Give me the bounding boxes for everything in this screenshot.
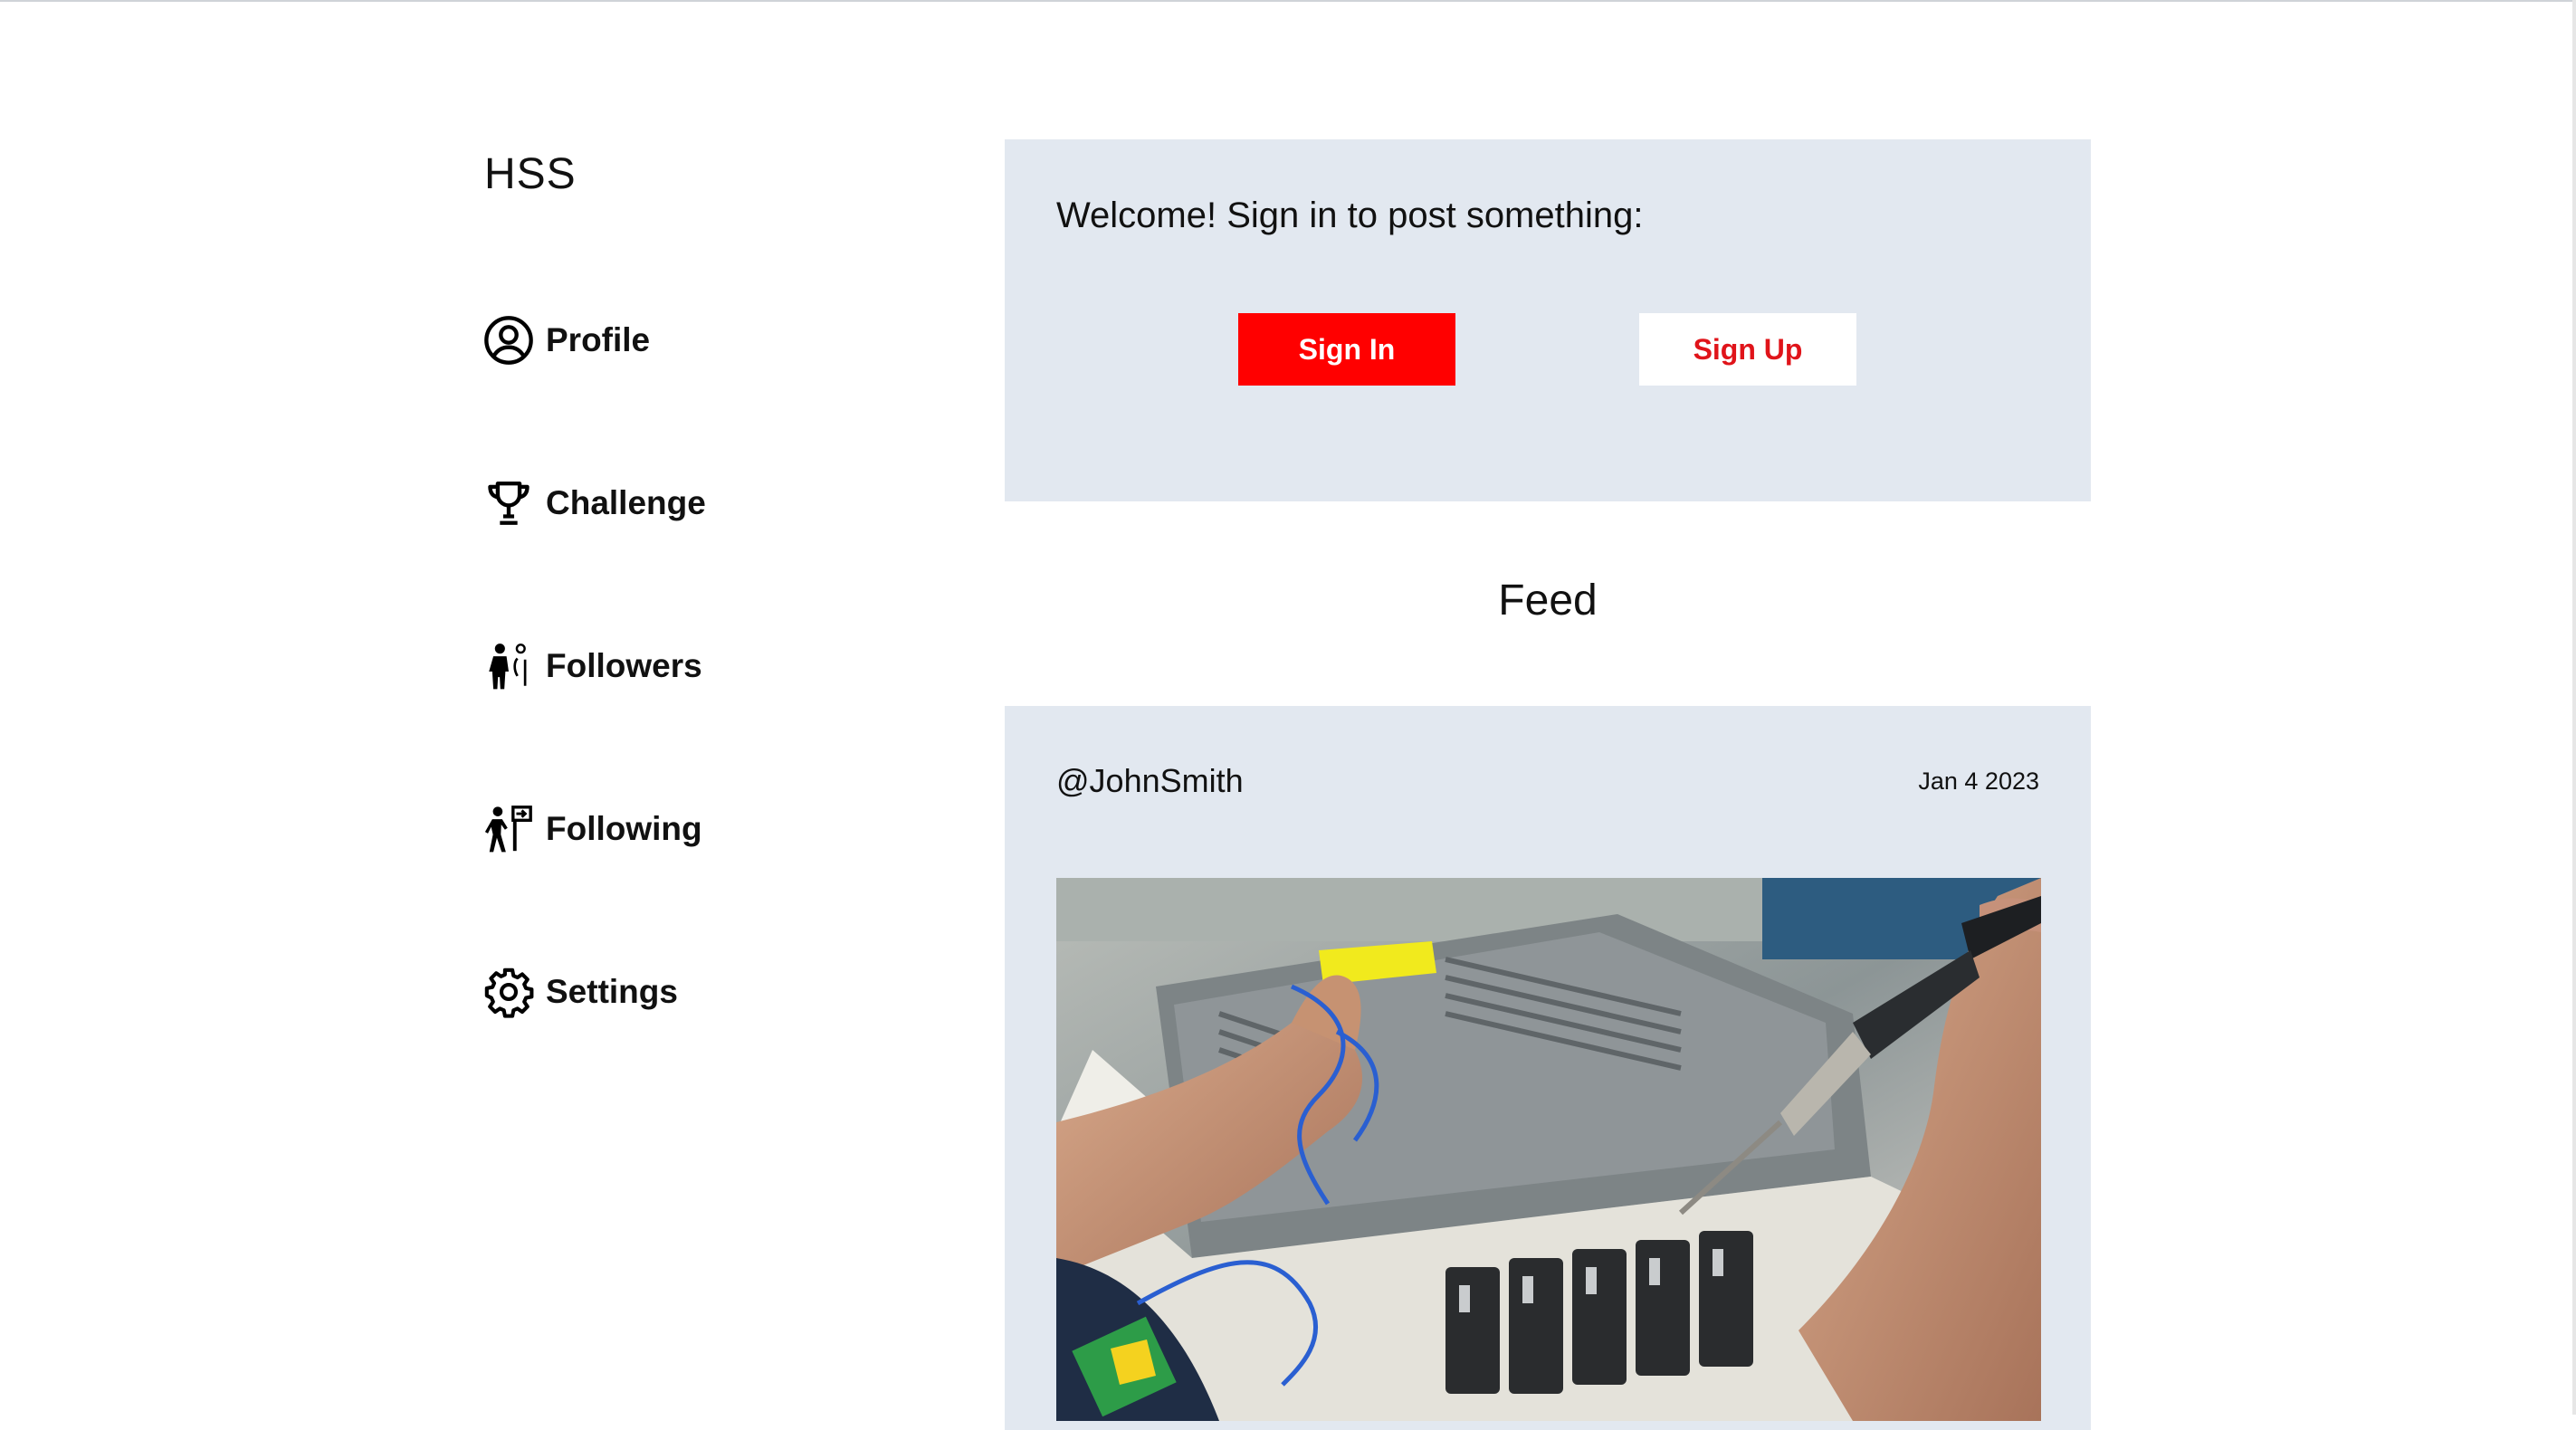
post-image[interactable] bbox=[1056, 878, 2041, 1421]
feed-title: Feed bbox=[1498, 577, 1598, 624]
sidebar-item-label: Followers bbox=[546, 647, 702, 684]
following-icon bbox=[482, 803, 535, 855]
user-circle-icon bbox=[482, 314, 535, 367]
brand-logo[interactable]: HSS bbox=[484, 149, 577, 199]
sidebar-item-following[interactable]: Following bbox=[482, 801, 702, 857]
sidebar-item-followers[interactable]: Followers bbox=[482, 638, 702, 694]
sidebar-item-label: Settings bbox=[546, 973, 678, 1010]
window-top-border bbox=[0, 0, 2576, 2]
sidebar-item-label: Profile bbox=[546, 321, 651, 358]
sidebar-item-label: Following bbox=[546, 810, 702, 847]
followers-icon bbox=[482, 640, 535, 692]
scrollbar[interactable] bbox=[2572, 0, 2576, 1415]
gear-icon bbox=[482, 966, 535, 1018]
trophy-icon bbox=[482, 477, 535, 529]
post-card[interactable]: @JohnSmith Jan 4 2023 bbox=[1005, 706, 2091, 1430]
sign-up-button[interactable]: Sign Up bbox=[1639, 313, 1856, 386]
sidebar-item-label: Challenge bbox=[546, 484, 706, 521]
signin-message: Welcome! Sign in to post something: bbox=[1056, 195, 1644, 235]
signin-panel: Welcome! Sign in to post something: Sign… bbox=[1005, 139, 2091, 501]
sidebar-item-settings[interactable]: Settings bbox=[482, 964, 678, 1020]
sign-in-button[interactable]: Sign In bbox=[1238, 313, 1455, 386]
post-username[interactable]: @JohnSmith bbox=[1056, 762, 1244, 800]
post-date: Jan 4 2023 bbox=[1918, 767, 2039, 795]
sidebar-item-profile[interactable]: Profile bbox=[482, 312, 650, 368]
sidebar-item-challenge[interactable]: Challenge bbox=[482, 475, 706, 531]
